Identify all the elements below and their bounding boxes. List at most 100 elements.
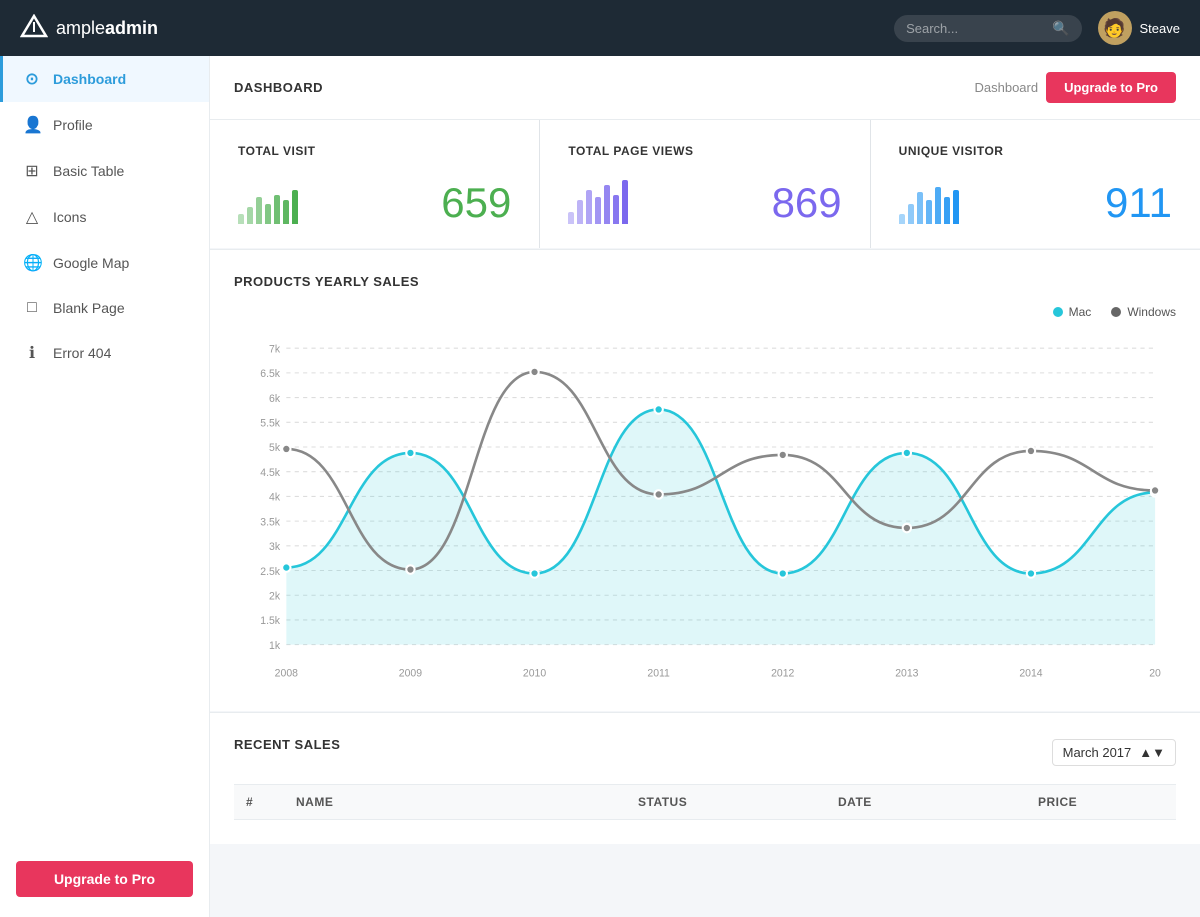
search-input[interactable] [906,21,1046,36]
svg-text:2009: 2009 [399,667,422,679]
stat-body: 911 [899,174,1172,224]
chart-legend: Mac Windows [234,305,1176,319]
month-selector[interactable]: March 2017 ▲▼ [1052,739,1176,766]
svg-text:2008: 2008 [275,667,298,679]
mini-bar [917,192,923,224]
profile-icon: 👤 [23,115,41,135]
stat-body: 659 [238,174,511,224]
user-menu[interactable]: 🧑 Steave [1098,11,1180,45]
search-box[interactable]: 🔍 [894,15,1081,42]
mini-bar [622,180,628,224]
svg-text:7k: 7k [269,343,281,355]
stat-label: TOTAL VISIT [238,144,511,158]
recent-sales-header: RECENT SALES March 2017 ▲▼ [234,737,1176,768]
breadcrumb-home[interactable]: Dashboard [974,80,1038,95]
table-col-name: NAME [284,785,626,819]
topnav-right: 🔍 🧑 Steave [894,11,1180,45]
mini-bar [953,190,959,224]
sidebar-label-blank-page: Blank Page [53,300,125,316]
svg-text:2k: 2k [269,590,281,602]
chevron-down-icon: ▲▼ [1139,745,1165,760]
sidebar-upgrade-button[interactable]: Upgrade to Pro [16,861,193,897]
sidebar-item-blank-page[interactable]: □ Blank Page [0,286,209,330]
avatar: 🧑 [1098,11,1132,45]
svg-text:2011: 2011 [647,667,670,679]
top-navigation: ampleadmin 🔍 🧑 Steave [0,0,1200,56]
stat-card-2: UNIQUE VISITOR 911 [871,120,1200,248]
stat-value: 659 [441,182,511,224]
svg-text:3.5k: 3.5k [260,516,280,528]
mini-bar [944,197,950,224]
sidebar-label-profile: Profile [53,117,93,133]
mini-bar [586,190,592,224]
mini-bar [604,185,610,224]
svg-text:4k: 4k [269,492,281,504]
table-col-price: PRICE [1026,785,1176,819]
svg-text:1.5k: 1.5k [260,615,280,627]
sidebar-item-icons[interactable]: △ Icons [0,194,209,240]
legend-label: Mac [1069,305,1092,319]
logo-text: ampleadmin [56,18,158,39]
mini-bar [595,197,601,224]
svg-text:20: 20 [1149,667,1161,679]
mini-bars [899,174,959,224]
sidebar-item-google-map[interactable]: 🌐 Google Map [0,240,209,286]
legend-item-windows: Windows [1111,305,1176,319]
stat-card-1: TOTAL PAGE VIEWS 869 [540,120,869,248]
svg-text:2.5k: 2.5k [260,566,280,578]
logo: ampleadmin [20,14,230,42]
mini-bar [265,204,271,224]
user-name: Steave [1140,21,1180,36]
mini-bar [568,212,574,224]
chart-section: PRODUCTS YEARLY SALES Mac Windows 7k6.5k… [210,249,1200,711]
svg-text:5.5k: 5.5k [260,417,280,429]
mini-bar [577,200,583,224]
sidebar-label-icons: Icons [53,209,86,225]
page-title: DASHBOARD [234,80,323,95]
sidebar-item-error-404[interactable]: ℹ Error 404 [0,330,209,376]
mini-bar [613,195,619,224]
mini-bar [292,190,298,224]
error-404-icon: ℹ [23,343,41,363]
upgrade-pro-button[interactable]: Upgrade to Pro [1046,72,1176,103]
mini-bar [908,204,914,224]
stat-card-0: TOTAL VISIT 659 [210,120,539,248]
page-header: DASHBOARD Dashboard Upgrade to Pro [210,56,1200,120]
mini-bar [256,197,262,224]
table-header: #NAMESTATUSDATEPRICE [234,784,1176,820]
basic-table-icon: ⊞ [23,161,41,181]
sidebar-item-dashboard[interactable]: ⊙ Dashboard [0,56,209,102]
stat-body: 869 [568,174,841,224]
mini-bar [238,214,244,224]
google-map-icon: 🌐 [23,253,41,273]
stat-label: UNIQUE VISITOR [899,144,1172,158]
sidebar-item-basic-table[interactable]: ⊞ Basic Table [0,148,209,194]
sidebar-label-dashboard: Dashboard [53,71,126,87]
svg-text:6k: 6k [269,393,281,405]
mini-bars [238,174,298,224]
svg-text:3k: 3k [269,541,281,553]
sidebar: ⊙ Dashboard 👤 Profile ⊞ Basic Table △ Ic… [0,56,210,917]
stats-row: TOTAL VISIT 659 TOTAL PAGE VIEWS 869 UNI… [210,120,1200,248]
logo-icon [20,14,48,42]
mini-bar [935,187,941,224]
mini-bar [274,195,280,224]
table-col-date: DATE [826,785,1026,819]
legend-label: Windows [1127,305,1176,319]
svg-text:6.5k: 6.5k [260,368,280,380]
sidebar-item-profile[interactable]: 👤 Profile [0,102,209,148]
mini-bar [283,200,289,224]
legend-item-mac: Mac [1053,305,1092,319]
recent-sales-section: RECENT SALES March 2017 ▲▼ #NAMESTATUSDA… [210,712,1200,844]
table-col-status: STATUS [626,785,826,819]
search-icon[interactable]: 🔍 [1052,20,1069,37]
sidebar-label-error-404: Error 404 [53,345,111,361]
chart-container: 7k6.5k6k5.5k5k4.5k4k3.5k3k2.5k2k1.5k1k20… [234,327,1176,687]
svg-text:2013: 2013 [895,667,918,679]
svg-text:2014: 2014 [1019,667,1042,679]
svg-text:2010: 2010 [523,667,546,679]
legend-dot [1111,307,1121,317]
mini-bars [568,174,628,224]
svg-text:5k: 5k [269,442,281,454]
mini-bar [899,214,905,224]
